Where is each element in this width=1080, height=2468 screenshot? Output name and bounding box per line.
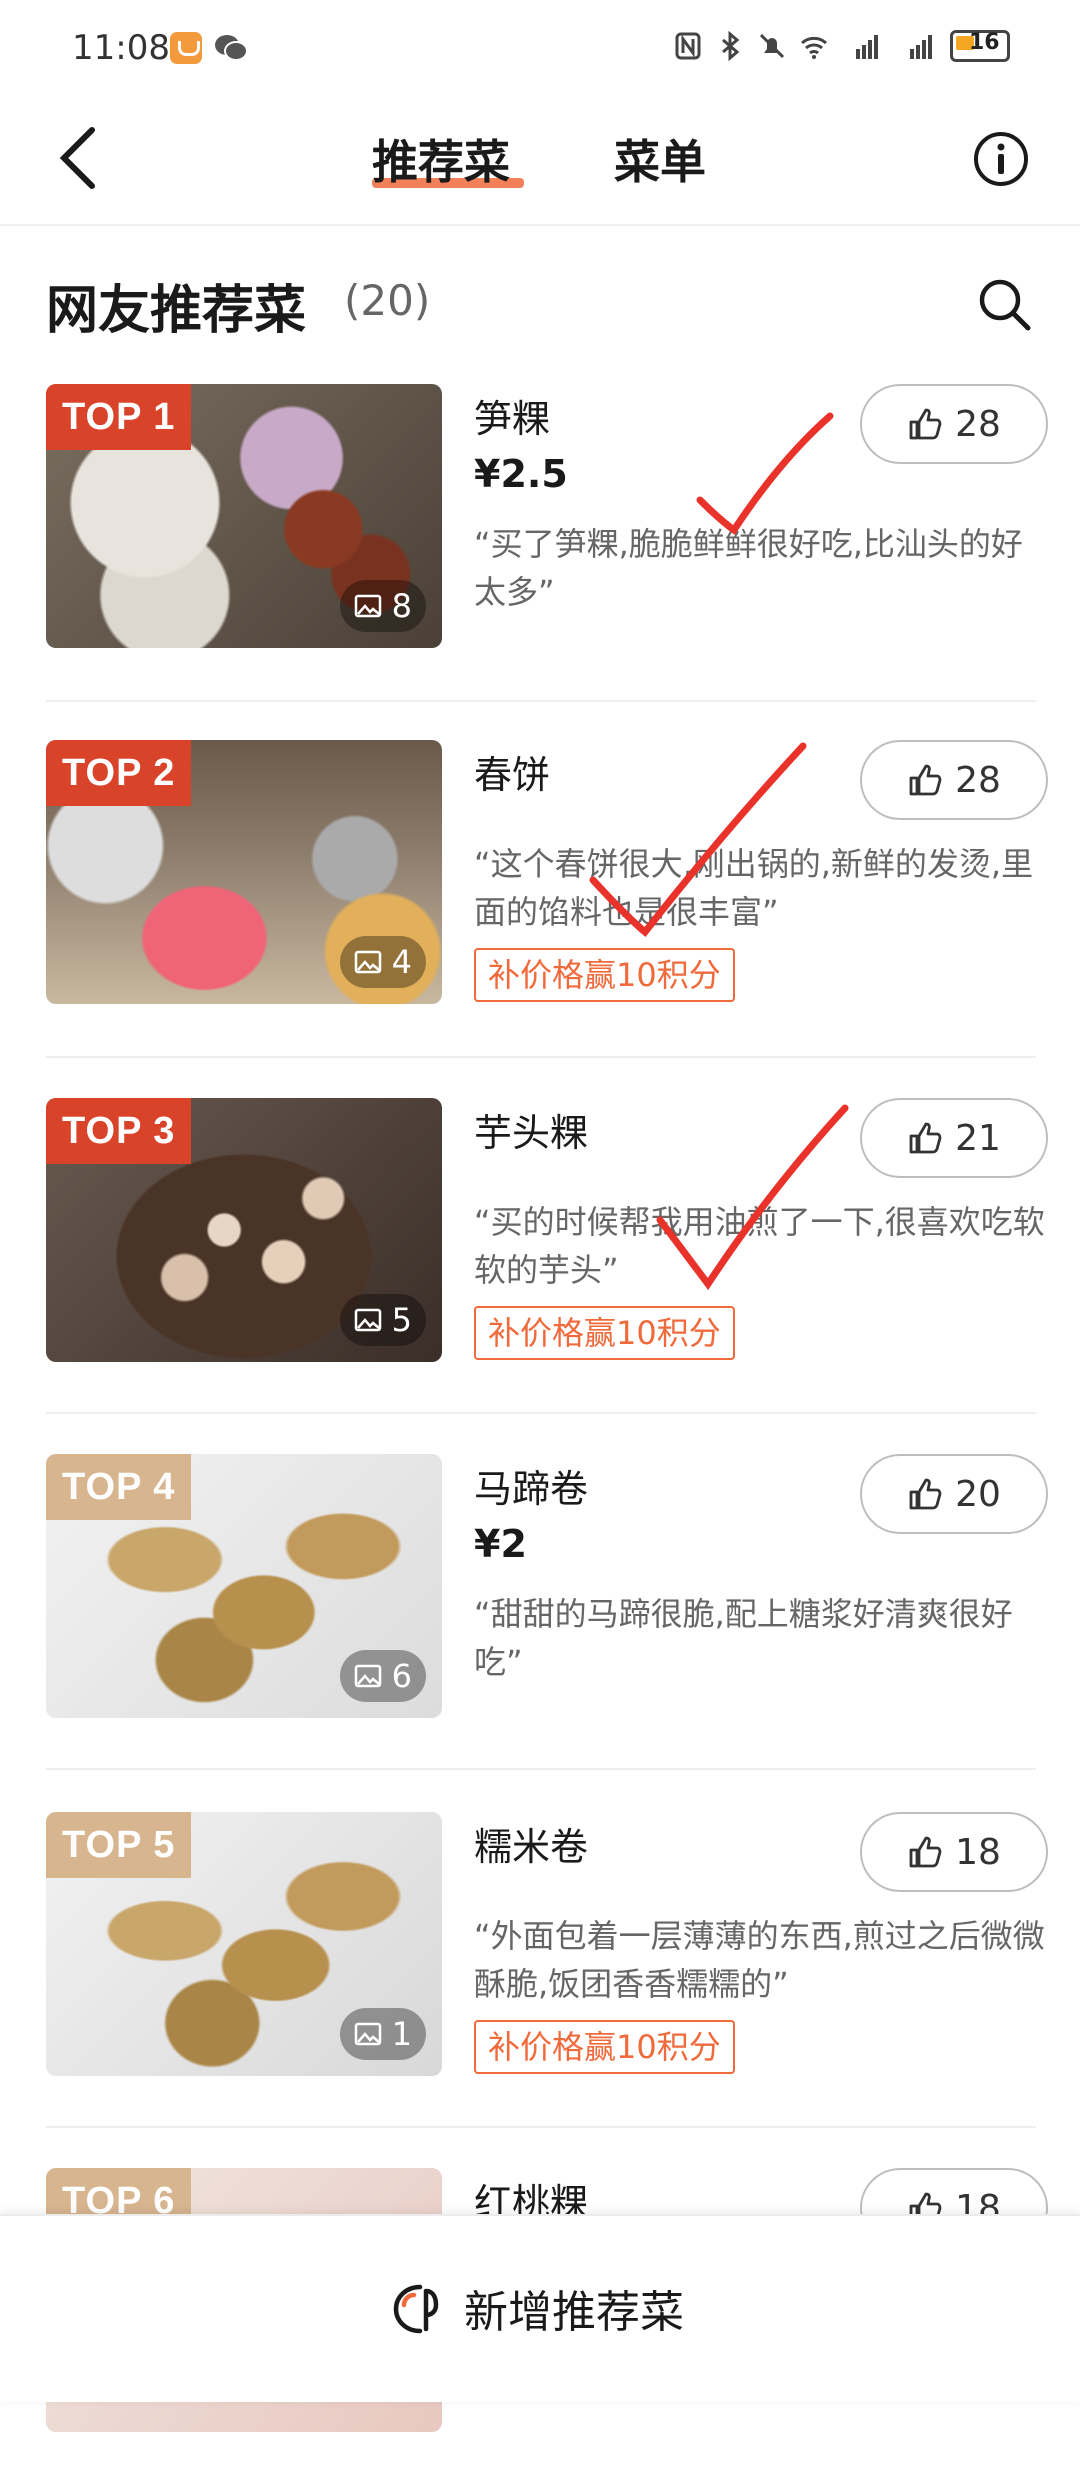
like-button[interactable]: 28 [860,384,1048,464]
image-icon [354,950,381,974]
dish-photo[interactable]: TOP 2 4 [46,740,442,1004]
like-button[interactable]: 28 [860,740,1048,820]
search-icon[interactable] [976,276,1032,332]
image-count: 5 [339,1294,426,1346]
price-promo-tag[interactable]: 补价格赢10积分 [474,2020,735,2074]
section-title: 网友推荐菜 [46,281,307,341]
tab-menu[interactable]: 菜单 [614,126,706,192]
rank-badge: TOP 2 [46,740,192,806]
dish-name: 春饼 [474,753,551,797]
add-dish-icon [393,2284,439,2334]
dish-photo[interactable]: TOP 4 6 [46,1454,442,1718]
app-notification-icon [170,32,202,64]
status-icons: 16 [674,30,1010,62]
list-item[interactable]: TOP 1 8 笋粿 ¥2.5 “买了笋粿,脆脆鲜鲜很好吃,比汕头的好太多” 2… [46,384,1048,684]
thumbs-up-icon [909,1122,942,1154]
info-icon[interactable] [972,130,1030,188]
image-icon [354,2022,381,2046]
wechat-icon [215,35,248,61]
divider [46,2126,1036,2128]
dish-review: “甜甜的马蹄很脆,配上糖浆好清爽很好吃” [474,1595,1013,1681]
thumbs-up-icon [909,408,942,440]
image-count: 6 [339,1650,426,1702]
like-button[interactable]: 21 [860,1098,1048,1178]
thumbs-up-icon [909,1478,942,1510]
back-arrow-icon[interactable] [48,122,120,194]
image-icon [354,1664,381,1688]
divider [46,700,1036,702]
dish-photo[interactable]: TOP 1 8 [46,384,442,648]
add-dish-label: 新增推荐菜 [464,2287,684,2338]
list-item[interactable]: TOP 5 1 糯米卷 “外面包着一层薄薄的东西,煎过之后微微酥脆,饭团香香糯糯… [46,1812,1048,2112]
rank-badge: TOP 1 [46,384,192,450]
signal-4g-icon [910,35,932,59]
dish-name: 马蹄卷 [474,1467,589,1511]
battery-icon: 16 [950,30,1010,62]
battery-level: 16 [969,30,1000,55]
dish-photo[interactable]: TOP 5 1 [46,1812,442,2076]
tab-recommended[interactable]: 推荐菜 [372,126,510,192]
image-icon [354,1308,381,1332]
check-mark-annotation [696,412,834,535]
divider [46,1412,1036,1414]
divider [46,1768,1036,1770]
mute-icon [759,33,785,59]
dish-price: ¥2 [474,1522,527,1566]
dish-price: ¥2.5 [474,452,568,496]
dish-review: “外面包着一层薄薄的东西,煎过之后微微酥脆,饭团香香糯糯的” [474,1917,1045,2003]
check-mark-annotation [656,1104,849,1290]
dish-name: 糯米卷 [474,1825,589,1869]
add-recommended-dish-button[interactable]: 新增推荐菜 [390,2270,684,2346]
bluetooth-icon [722,31,740,61]
rank-badge: TOP 4 [46,1454,192,1520]
dish-photo[interactable]: TOP 3 5 [46,1098,442,1362]
top-nav: 推荐菜 菜单 [0,100,1080,226]
image-count: 1 [339,2008,426,2060]
bottom-bar: 新增推荐菜 [0,2214,1080,2402]
image-icon [354,594,381,618]
wifi-icon [801,36,827,59]
thumbs-up-icon [909,1836,942,1868]
image-count: 8 [339,580,426,632]
dish-name: 芋头粿 [474,1111,589,1155]
signal-5g-icon [856,35,878,59]
image-count: 4 [339,936,426,988]
price-promo-tag[interactable]: 补价格赢10积分 [474,1306,735,1360]
section-count: (20) [344,276,431,325]
status-bar: 11:08 16 [0,0,1080,100]
rank-badge: TOP 3 [46,1098,192,1164]
like-button[interactable]: 18 [860,1812,1048,1892]
list-item[interactable]: TOP 2 4 春饼 “这个春饼很大,刚出锅的,新鲜的发烫,里面的馅料也是很丰富… [46,740,1048,1040]
nfc-icon [675,32,701,60]
rank-badge: TOP 5 [46,1812,192,1878]
like-button[interactable]: 20 [860,1454,1048,1534]
dish-name: 笋粿 [474,397,551,441]
status-time: 11:08 [72,28,170,68]
check-mark-annotation [589,742,807,938]
divider [46,1056,1036,1058]
list-item[interactable]: TOP 3 5 芋头粿 “买的时候帮我用油煎了一下,很喜欢吃软软的芋头” 补价格… [46,1098,1048,1398]
thumbs-up-icon [909,764,942,796]
list-item[interactable]: TOP 4 6 马蹄卷 ¥2 “甜甜的马蹄很脆,配上糖浆好清爽很好吃” 20 [46,1454,1048,1754]
price-promo-tag[interactable]: 补价格赢10积分 [474,948,735,1002]
